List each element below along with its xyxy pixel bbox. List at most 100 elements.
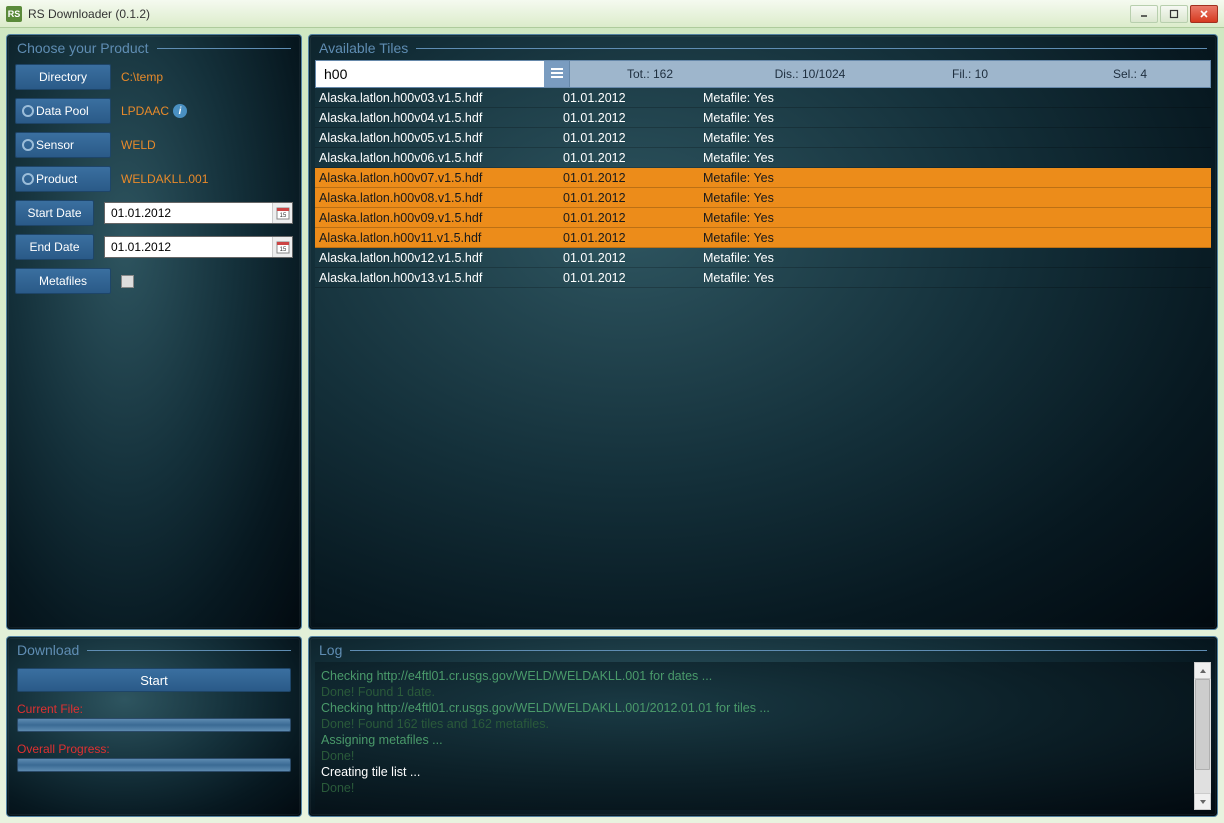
- available-tiles-title: Available Tiles: [319, 40, 408, 56]
- list-mode-button[interactable]: [544, 61, 570, 87]
- tile-metafile: Metafile: Yes: [703, 151, 1211, 165]
- log-line: Checking http://e4ftl01.cr.usgs.gov/WELD…: [321, 668, 1205, 684]
- tile-date: 01.01.2012: [563, 231, 703, 245]
- sensor-value: WELD: [121, 138, 156, 152]
- metafiles-checkbox[interactable]: [121, 275, 134, 288]
- tile-date: 01.01.2012: [563, 211, 703, 225]
- tile-metafile: Metafile: Yes: [703, 211, 1211, 225]
- choose-product-title: Choose your Product: [17, 40, 149, 56]
- directory-button[interactable]: Directory: [15, 64, 111, 90]
- startdate-input[interactable]: [105, 206, 272, 220]
- tile-metafile: Metafile: Yes: [703, 251, 1211, 265]
- startdate-button[interactable]: Start Date: [15, 200, 94, 226]
- tile-date: 01.01.2012: [563, 171, 703, 185]
- tile-row[interactable]: Alaska.latlon.h00v03.v1.5.hdf01.01.2012M…: [315, 88, 1211, 108]
- choose-product-panel: Choose your Product Directory C:\temp Da…: [6, 34, 302, 630]
- minimize-button[interactable]: [1130, 5, 1158, 23]
- available-tiles-panel: Available Tiles Tot.: 162 Dis.: 10/1024 …: [308, 34, 1218, 630]
- tile-name: Alaska.latlon.h00v11.v1.5.hdf: [315, 231, 563, 245]
- current-file-label: Current File:: [17, 702, 291, 716]
- tiles-header: Tot.: 162 Dis.: 10/1024 Fil.: 10 Sel.: 4: [315, 60, 1211, 88]
- tile-metafile: Metafile: Yes: [703, 131, 1211, 145]
- stat-total: Tot.: 162: [570, 61, 730, 87]
- tile-row[interactable]: Alaska.latlon.h00v11.v1.5.hdf01.01.2012M…: [315, 228, 1211, 248]
- start-button[interactable]: Start: [17, 668, 291, 692]
- log-line: Checking http://e4ftl01.cr.usgs.gov/WELD…: [321, 700, 1205, 716]
- stat-displayed: Dis.: 10/1024: [730, 61, 890, 87]
- datapool-value: LPDAACi: [121, 104, 187, 118]
- app-icon: RS: [6, 6, 22, 22]
- enddate-button[interactable]: End Date: [15, 234, 94, 260]
- tile-name: Alaska.latlon.h00v13.v1.5.hdf: [315, 271, 563, 285]
- tile-date: 01.01.2012: [563, 91, 703, 105]
- tile-row[interactable]: Alaska.latlon.h00v05.v1.5.hdf01.01.2012M…: [315, 128, 1211, 148]
- overall-progress: [17, 758, 291, 772]
- download-title: Download: [17, 642, 79, 658]
- tile-metafile: Metafile: Yes: [703, 91, 1211, 105]
- download-panel: Download Start Current File: Overall Pro…: [6, 636, 302, 817]
- close-button[interactable]: [1190, 5, 1218, 23]
- tile-row[interactable]: Alaska.latlon.h00v06.v1.5.hdf01.01.2012M…: [315, 148, 1211, 168]
- tile-row[interactable]: Alaska.latlon.h00v13.v1.5.hdf01.01.2012M…: [315, 268, 1211, 288]
- tile-name: Alaska.latlon.h00v06.v1.5.hdf: [315, 151, 563, 165]
- tiles-filter-input[interactable]: [316, 61, 544, 87]
- svg-text:15: 15: [279, 247, 286, 253]
- tile-row[interactable]: Alaska.latlon.h00v08.v1.5.hdf01.01.2012M…: [315, 188, 1211, 208]
- tile-date: 01.01.2012: [563, 111, 703, 125]
- tile-date: 01.01.2012: [563, 191, 703, 205]
- log-title: Log: [319, 642, 342, 658]
- log-scrollbar[interactable]: [1194, 662, 1211, 810]
- info-icon[interactable]: i: [173, 104, 187, 118]
- enddate-input[interactable]: [105, 240, 272, 254]
- log-line: Assigning metafiles ...: [321, 732, 1205, 748]
- tile-metafile: Metafile: Yes: [703, 111, 1211, 125]
- maximize-button[interactable]: [1160, 5, 1188, 23]
- tile-date: 01.01.2012: [563, 151, 703, 165]
- tile-date: 01.01.2012: [563, 131, 703, 145]
- titlebar[interactable]: RS RS Downloader (0.1.2): [0, 0, 1224, 28]
- tile-row[interactable]: Alaska.latlon.h00v12.v1.5.hdf01.01.2012M…: [315, 248, 1211, 268]
- metafiles-button[interactable]: Metafiles: [15, 268, 111, 294]
- tile-row[interactable]: Alaska.latlon.h00v09.v1.5.hdf01.01.2012M…: [315, 208, 1211, 228]
- scroll-down-button[interactable]: [1194, 793, 1211, 810]
- stat-selected: Sel.: 4: [1050, 61, 1210, 87]
- sensor-button[interactable]: Sensor: [15, 132, 111, 158]
- radio-icon: [22, 105, 34, 117]
- tile-metafile: Metafile: Yes: [703, 271, 1211, 285]
- tile-row[interactable]: Alaska.latlon.h00v07.v1.5.hdf01.01.2012M…: [315, 168, 1211, 188]
- overall-progress-label: Overall Progress:: [17, 742, 291, 756]
- log-panel: Log Checking http://e4ftl01.cr.usgs.gov/…: [308, 636, 1218, 817]
- product-value: WELDAKLL.001: [121, 172, 208, 186]
- log-body[interactable]: Checking http://e4ftl01.cr.usgs.gov/WELD…: [315, 662, 1211, 810]
- tile-name: Alaska.latlon.h00v04.v1.5.hdf: [315, 111, 563, 125]
- tile-date: 01.01.2012: [563, 251, 703, 265]
- log-line: Done! Found 162 tiles and 162 metafiles.: [321, 716, 1205, 732]
- scroll-up-button[interactable]: [1194, 662, 1211, 679]
- current-file-progress: [17, 718, 291, 732]
- tile-name: Alaska.latlon.h00v09.v1.5.hdf: [315, 211, 563, 225]
- tile-name: Alaska.latlon.h00v05.v1.5.hdf: [315, 131, 563, 145]
- tile-metafile: Metafile: Yes: [703, 231, 1211, 245]
- tile-name: Alaska.latlon.h00v07.v1.5.hdf: [315, 171, 563, 185]
- product-button[interactable]: Product: [15, 166, 111, 192]
- window-title: RS Downloader (0.1.2): [28, 7, 150, 21]
- tile-date: 01.01.2012: [563, 271, 703, 285]
- calendar-icon[interactable]: 15: [272, 203, 292, 223]
- scroll-thumb[interactable]: [1195, 679, 1210, 770]
- radio-icon: [22, 139, 34, 151]
- list-icon: [549, 66, 565, 82]
- log-line: Creating tile list ...: [321, 764, 1205, 780]
- radio-icon: [22, 173, 34, 185]
- directory-value: C:\temp: [121, 70, 163, 84]
- datapool-button[interactable]: Data Pool: [15, 98, 111, 124]
- log-line: Done!: [321, 748, 1205, 764]
- svg-text:15: 15: [279, 213, 286, 219]
- log-line: Done!: [321, 780, 1205, 796]
- tile-row[interactable]: Alaska.latlon.h00v04.v1.5.hdf01.01.2012M…: [315, 108, 1211, 128]
- tiles-list[interactable]: Alaska.latlon.h00v03.v1.5.hdf01.01.2012M…: [315, 88, 1211, 623]
- calendar-icon[interactable]: 15: [272, 237, 292, 257]
- stat-filtered: Fil.: 10: [890, 61, 1050, 87]
- tile-name: Alaska.latlon.h00v03.v1.5.hdf: [315, 91, 563, 105]
- tile-name: Alaska.latlon.h00v12.v1.5.hdf: [315, 251, 563, 265]
- log-line: Done! Found 1 date.: [321, 684, 1205, 700]
